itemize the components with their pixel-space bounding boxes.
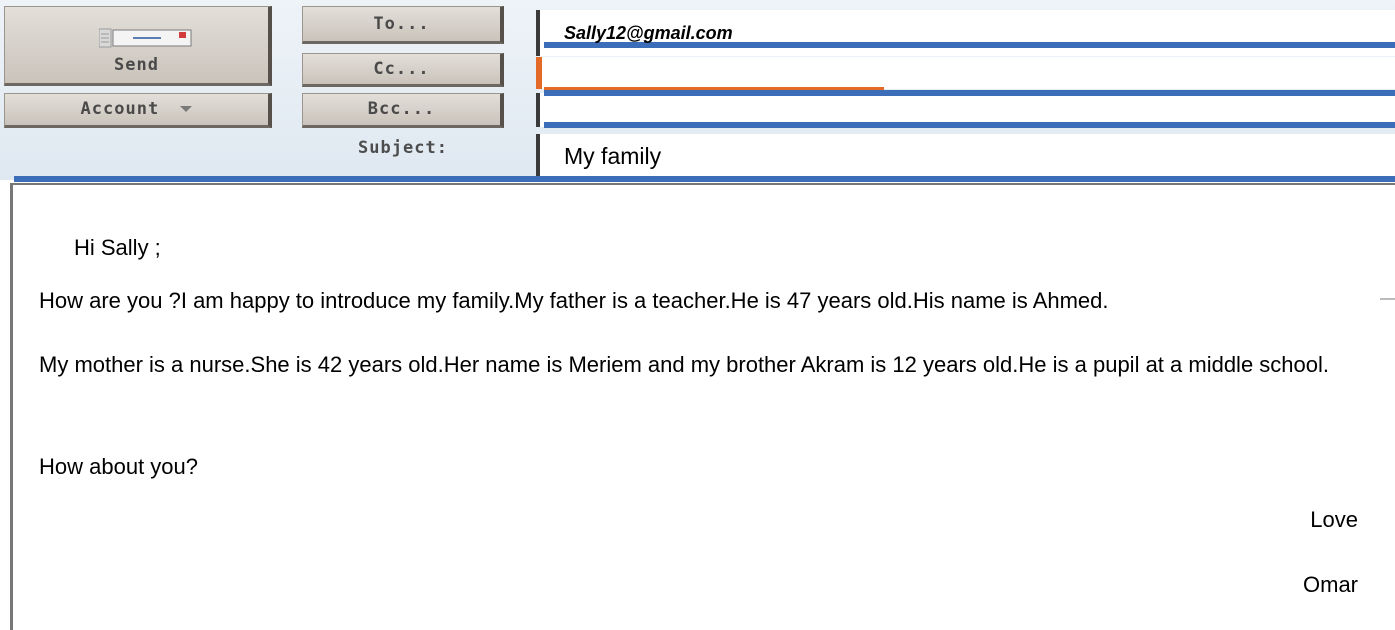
- account-button-label: Account: [80, 99, 160, 119]
- bcc-button[interactable]: Bcc...: [302, 93, 504, 128]
- paragraph: My mother is a nurse.She is 42 years old…: [39, 352, 1329, 377]
- paragraph: How are you ?I am happy to introduce my …: [39, 288, 1109, 313]
- subject-value: My family: [564, 143, 662, 169]
- to-button[interactable]: To...: [302, 6, 504, 44]
- cc-field[interactable]: [536, 57, 1395, 89]
- send-button-label: Send: [114, 55, 159, 75]
- subject-underline: [14, 176, 1395, 182]
- body-edge-mark: [1380, 298, 1395, 300]
- bcc-underline: [544, 122, 1395, 128]
- subject-field[interactable]: [536, 134, 1395, 178]
- dropdown-arrow-icon: [180, 106, 193, 112]
- greeting: Hi Sally ;: [74, 235, 161, 260]
- cc-button[interactable]: Cc...: [302, 53, 504, 87]
- paragraph: How about you?: [39, 454, 198, 479]
- signature: Omar: [1303, 572, 1358, 597]
- cc-underline: [544, 90, 1395, 96]
- subject-label: Subject:: [358, 138, 448, 158]
- account-dropdown-button[interactable]: Account: [4, 93, 272, 128]
- envelope-send-icon: [99, 28, 192, 48]
- closing: Love: [1310, 507, 1358, 532]
- to-value: Sally12@gmail.com: [564, 23, 733, 43]
- send-button[interactable]: Send: [4, 6, 272, 86]
